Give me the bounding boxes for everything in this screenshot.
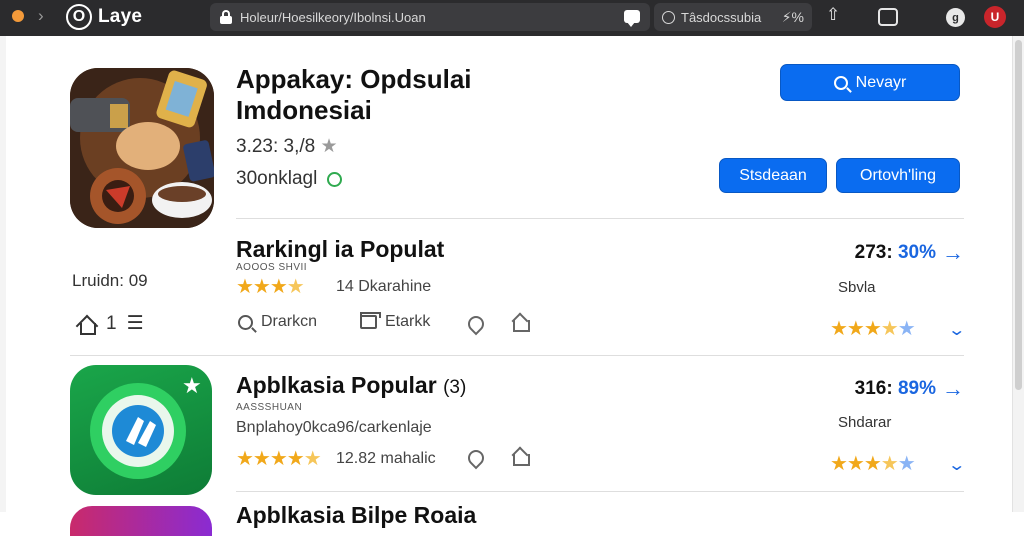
browser-brand[interactable]: O Laye [66, 4, 142, 30]
browser-toolbar: › O Laye Holeur/Hoesilkeory/Ibolnsi.Uoan… [0, 0, 1024, 36]
app-artwork-icon: ★ [90, 374, 202, 479]
stars-half: ★ [303, 448, 322, 470]
row-stars-right: ★★★★★ [830, 316, 916, 341]
app-icon[interactable]: ★ [70, 365, 212, 495]
home-icon[interactable] [76, 315, 96, 335]
action-store[interactable]: Etarkk [360, 312, 431, 331]
tabs-icon[interactable] [878, 8, 898, 26]
chevron-right-icon[interactable]: › [38, 6, 44, 26]
brand-name: Laye [98, 6, 143, 27]
divider [236, 491, 964, 492]
action-label: Etarkk [385, 313, 431, 330]
app-rating: 3.23: 3,/8 ★ [236, 135, 338, 158]
app-icon[interactable] [70, 506, 212, 536]
left-panel-count: 1 [106, 312, 117, 334]
row-subtitle: AASSSHUAN [236, 402, 303, 413]
action-search[interactable]: Drarkcn [238, 313, 317, 331]
row-rank: 273: 30% [855, 242, 936, 264]
row-title[interactable]: Apblkasia Popular (3) [236, 372, 466, 399]
window-dot-icon[interactable] [12, 10, 24, 22]
search-button-label: Nevayr [855, 73, 907, 91]
svg-text:★: ★ [182, 374, 202, 399]
url-text: Holeur/Hoesilkeory/Ibolnsi.Uoan [240, 9, 426, 25]
home-icon[interactable] [512, 448, 530, 466]
address-bar[interactable]: Holeur/Hoesilkeory/Ibolnsi.Uoan [210, 3, 650, 31]
row-title[interactable]: Rarkingl ia Populat [236, 236, 444, 263]
app-icon[interactable] [70, 68, 214, 228]
chat-icon[interactable] [624, 10, 640, 27]
row-stars-right: ★★★★★ [830, 451, 916, 476]
search-icon [238, 314, 253, 330]
rank-label: Sbvla [838, 279, 876, 296]
site-info-text: Tâsdocssubia [681, 9, 762, 25]
rank-percent: 89% [897, 378, 936, 399]
rank-number: 316: [854, 378, 893, 399]
clock-icon [662, 10, 675, 24]
home-icon[interactable] [512, 314, 530, 332]
extension-icon[interactable]: U [984, 6, 1006, 28]
stars-empty: ★ [897, 453, 916, 475]
divider [236, 218, 964, 219]
location-pin-icon[interactable] [464, 446, 488, 470]
install-button[interactable]: Stsdeaan [719, 158, 827, 193]
row-stars: ★★★★ [236, 274, 305, 299]
row-title-count: (3) [443, 377, 467, 398]
row-meta: 12.82 mahalic [336, 450, 436, 467]
rank-number: 273: [854, 242, 893, 263]
app-title: Appakay: Opdsulai Imdonesiai [236, 64, 472, 125]
scrollbar-thumb[interactable] [1015, 40, 1022, 390]
stars-full: ★★★ [830, 453, 882, 475]
action-label: Drarkcn [261, 313, 318, 330]
row-rank: 316: 89% [855, 378, 936, 400]
row-meta: 14 Dkarahine [336, 278, 432, 295]
app-developer[interactable]: 30onklagl [236, 168, 343, 190]
app-rating-value: 3.23: 3,/8 [236, 136, 316, 157]
arrow-right-icon[interactable]: → [942, 376, 964, 402]
chevron-down-icon[interactable]: ⌄ [947, 320, 966, 340]
tools-icon[interactable]: ⚡% [782, 9, 804, 26]
stars-empty: ★ [897, 318, 916, 340]
app-artwork-icon [70, 68, 214, 228]
chevron-down-icon[interactable]: ⌄ [947, 455, 966, 475]
rank-percent: 30% [897, 242, 936, 263]
row-title[interactable]: Apblkasia Bilpe Roaia [236, 502, 476, 529]
arrow-right-icon[interactable]: → [942, 240, 964, 266]
lock-icon [220, 10, 232, 24]
row-description: Bnplahoy0kca96/carkenlaje [236, 419, 432, 436]
profile-icon[interactable]: g [946, 8, 965, 27]
stars-half: ★ [880, 453, 899, 475]
brand-logo-icon: O [66, 4, 92, 30]
row-stars: ★★★★★ [236, 446, 322, 471]
store-icon [360, 312, 381, 329]
search-icon [833, 75, 848, 90]
rank-label: Shdarar [838, 414, 892, 431]
left-panel-label: Lruidn: 09 [72, 271, 148, 290]
rating-star-icon: ★ [320, 136, 338, 157]
row-subtitle: AOOOS SHVII [236, 262, 308, 273]
row-title-text: Apblkasia Popular [236, 372, 437, 398]
left-panel-tools[interactable]: 1 ☰ [76, 312, 144, 335]
page-left-edge [0, 36, 6, 512]
stars-full: ★★★ [236, 276, 288, 298]
list-icon[interactable]: ☰ [127, 312, 144, 335]
download-button[interactable]: Ortovh'ling [836, 158, 960, 193]
site-info-pill[interactable]: Tâsdocssubia ⚡% [654, 3, 812, 31]
developer-name: 30onklagl [236, 168, 318, 189]
search-button[interactable]: Nevayr [780, 64, 960, 101]
stars-full: ★★★ [830, 318, 882, 340]
stars-half: ★ [880, 318, 899, 340]
share-icon[interactable]: ⇧ [826, 5, 840, 25]
stars-full: ★★★★ [236, 448, 305, 470]
stars-half: ★ [286, 276, 305, 298]
location-pin-icon[interactable] [464, 312, 488, 336]
divider [70, 355, 964, 356]
verified-icon [327, 171, 343, 187]
